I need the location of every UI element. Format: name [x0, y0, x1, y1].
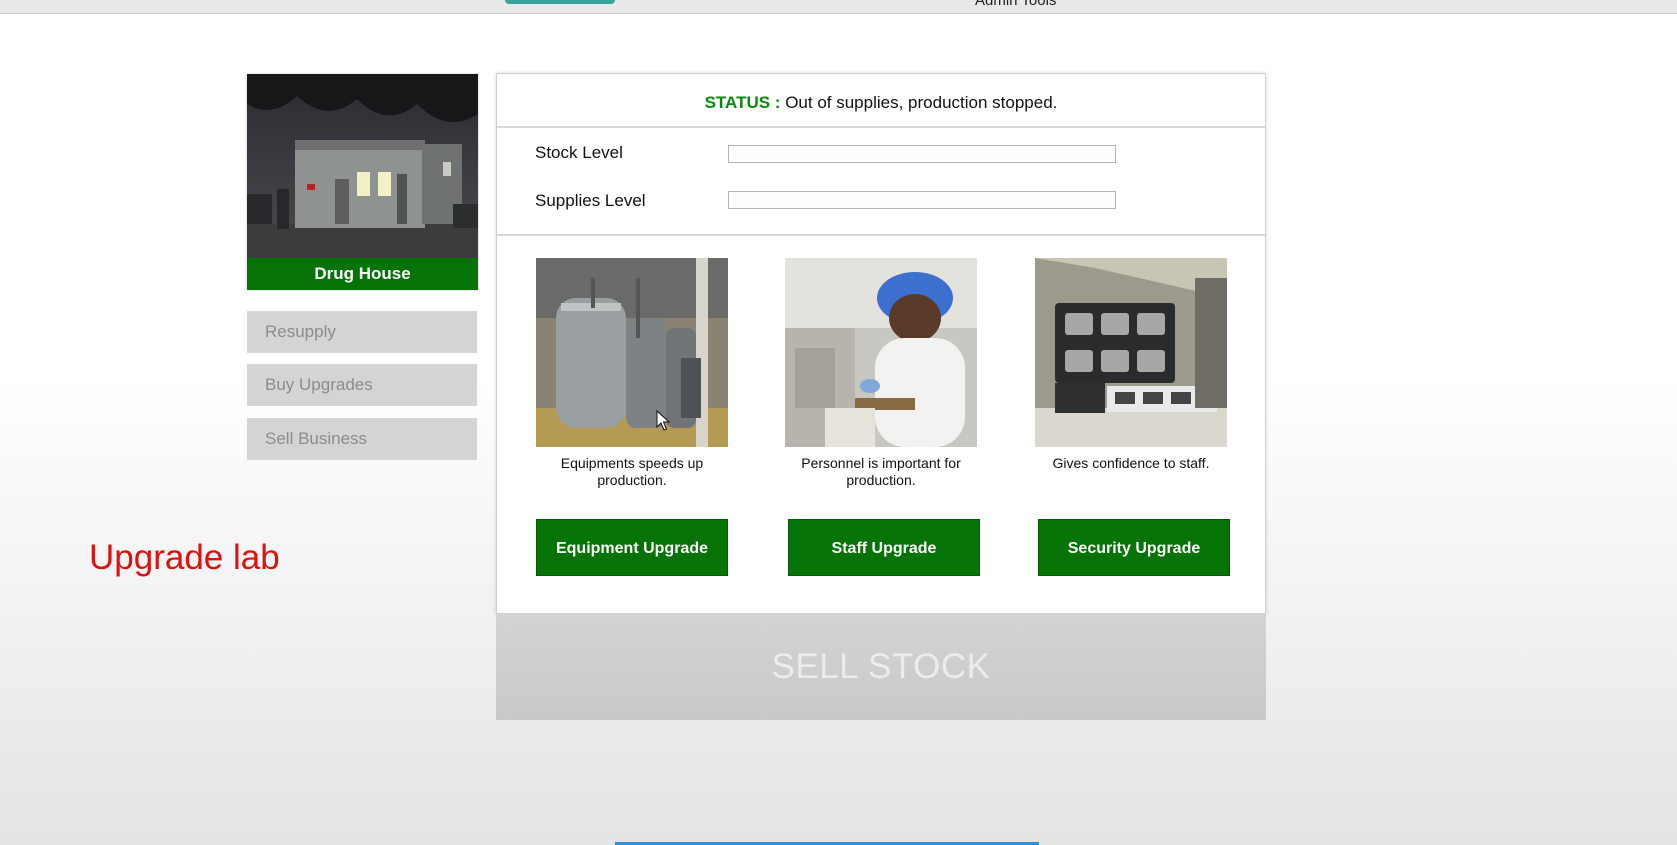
equipment-image: [536, 258, 728, 447]
status-row: STATUS : Out of supplies, production sto…: [497, 74, 1265, 128]
security-upgrade-card: Gives confidence to staff.: [1035, 258, 1227, 472]
security-upgrade-button[interactable]: Security Upgrade: [1038, 519, 1230, 576]
security-image: [1035, 258, 1227, 447]
mouse-cursor-icon: [656, 410, 671, 431]
business-card: Drug House: [247, 74, 478, 290]
sell-stock-button[interactable]: SELL STOCK: [496, 614, 1266, 720]
supplies-level-bar: [728, 191, 1116, 209]
equipment-upgrade-card: Equipments speeds up production.: [536, 258, 728, 489]
business-name: Drug House: [247, 258, 478, 290]
equipment-description: Equipments speeds up production.: [560, 455, 704, 488]
resupply-button[interactable]: Resupply: [247, 311, 477, 353]
overlay-caption: Upgrade lab: [89, 538, 280, 577]
staff-description: Personnel is important for production.: [801, 455, 961, 488]
drug-house-image: [247, 74, 478, 258]
supplies-level-label: Supplies Level: [535, 191, 646, 210]
security-description: Gives confidence to staff.: [1052, 455, 1210, 471]
buy-upgrades-button[interactable]: Buy Upgrades: [247, 364, 477, 406]
staff-upgrade-card: Personnel is important for production.: [785, 258, 977, 489]
business-image: [247, 74, 478, 258]
status-label: STATUS :: [704, 93, 781, 112]
staff-image: [785, 258, 977, 447]
levels-section: Stock Level Supplies Level: [497, 128, 1265, 236]
stock-level-bar: [728, 145, 1116, 163]
staff-upgrade-button[interactable]: Staff Upgrade: [788, 519, 980, 576]
equipment-upgrade-button[interactable]: Equipment Upgrade: [536, 519, 728, 576]
business-panel: STATUS : Out of supplies, production sto…: [496, 73, 1266, 614]
logo-fragment: [505, 0, 615, 4]
top-strip: Admin Tools: [0, 0, 1677, 14]
status-text: Out of supplies, production stopped.: [785, 93, 1058, 112]
sell-business-button[interactable]: Sell Business: [247, 418, 477, 460]
admin-tools-link[interactable]: Admin Tools: [975, 0, 1056, 9]
stock-level-label: Stock Level: [535, 143, 623, 162]
